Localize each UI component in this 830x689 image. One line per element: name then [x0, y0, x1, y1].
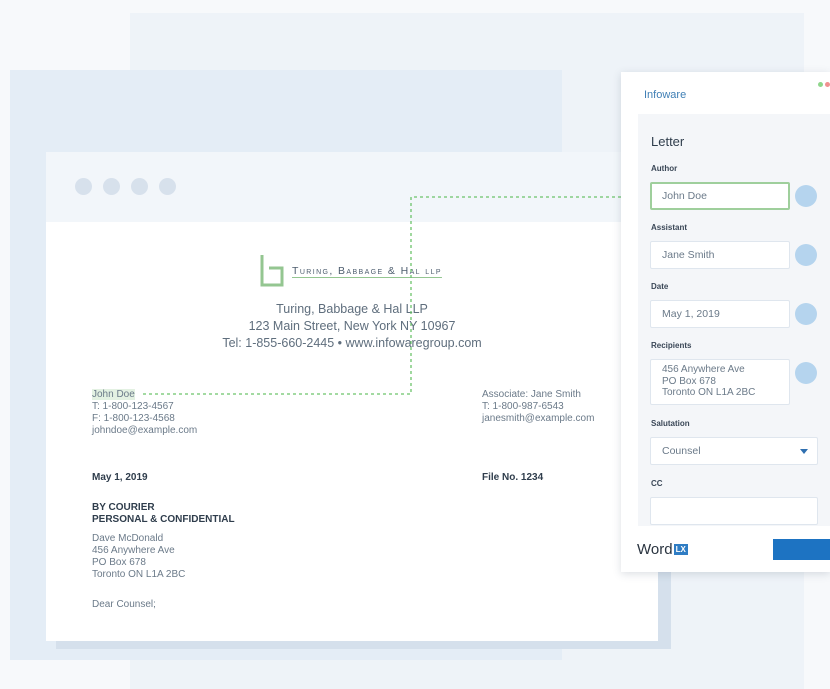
- window-control-icon[interactable]: [825, 82, 830, 87]
- wordlx-logo: Word LX: [637, 541, 688, 558]
- lx-badge: LX: [673, 544, 688, 555]
- recipients-link-icon[interactable]: [795, 362, 817, 384]
- recipients-line: Toronto ON L1A 2BC: [662, 387, 756, 398]
- author-link-icon[interactable]: [795, 185, 817, 207]
- word-text: Word: [637, 541, 673, 558]
- date-link-icon[interactable]: [795, 303, 817, 325]
- chevron-down-icon: [800, 449, 808, 454]
- salutation-value: Counsel: [662, 445, 701, 457]
- form-heading: Letter: [651, 134, 685, 149]
- infoware-panel: Infoware Letter Author John Doe Assistan…: [621, 72, 830, 572]
- cc-label: CC: [651, 479, 663, 488]
- window-control-icon[interactable]: [818, 82, 823, 87]
- letter-form: Letter Author John Doe Assistant Jane Sm…: [638, 114, 830, 526]
- date-field[interactable]: May 1, 2019: [650, 300, 790, 328]
- assistant-link-icon[interactable]: [795, 244, 817, 266]
- date-label: Date: [651, 282, 669, 291]
- recipients-label: Recipients: [651, 341, 692, 350]
- salutation-select[interactable]: Counsel: [650, 437, 818, 465]
- author-label: Author: [651, 164, 678, 173]
- cc-field[interactable]: [650, 497, 818, 525]
- salutation-label: Salutation: [651, 419, 690, 428]
- assistant-field[interactable]: Jane Smith: [650, 241, 790, 269]
- submit-button[interactable]: [773, 539, 830, 560]
- recipients-line: 456 Anywhere Ave: [662, 364, 745, 375]
- author-field[interactable]: John Doe: [650, 182, 790, 210]
- panel-title: Infoware: [644, 89, 687, 101]
- assistant-label: Assistant: [651, 223, 688, 232]
- recipients-field[interactable]: 456 Anywhere Ave PO Box 678 Toronto ON L…: [650, 359, 790, 405]
- recipients-line: PO Box 678: [662, 375, 716, 387]
